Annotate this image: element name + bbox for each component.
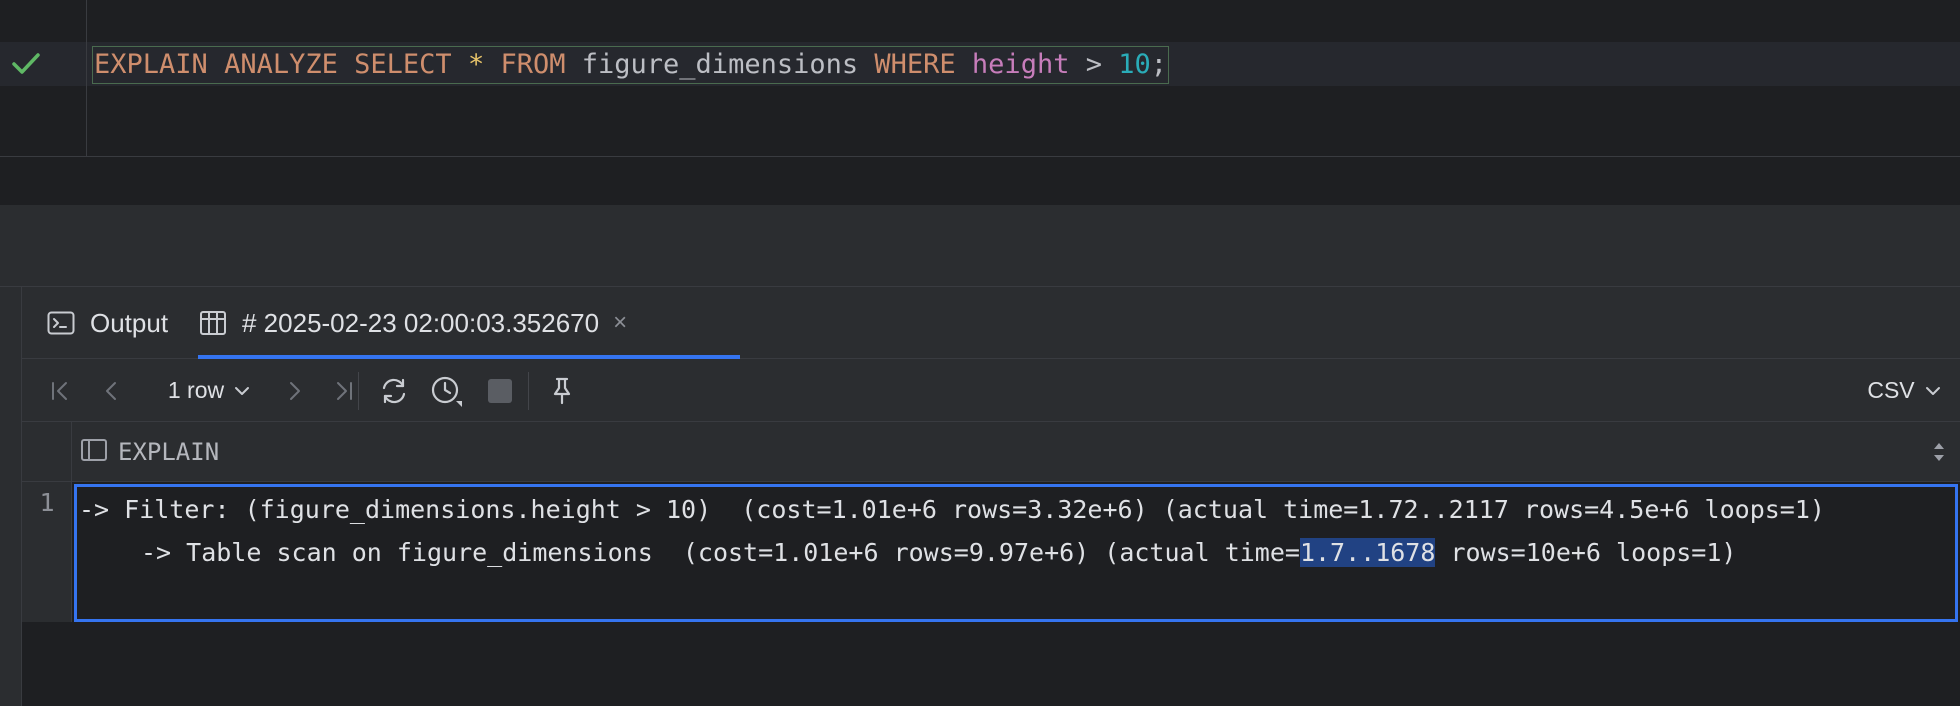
checkmark-icon (10, 50, 42, 78)
editor-empty-area (0, 157, 1960, 205)
table-icon (198, 308, 228, 338)
select-star: * (467, 49, 485, 80)
rows-per-page-dropdown[interactable]: 1 row (148, 359, 270, 422)
toolbar-separator (358, 372, 359, 410)
tab-query-result-label: # 2025-02-23 02:00:03.352670 (242, 307, 600, 338)
reload-icon[interactable] (372, 359, 416, 422)
column-icon (80, 437, 108, 468)
explain-text: -> Table scan on figure_dimensions (cost… (141, 538, 1300, 567)
explain-line-table-scan: -> Table scan on figure_dimensions (cost… (141, 533, 1736, 573)
next-page-icon[interactable] (274, 359, 314, 422)
splitter-area[interactable] (0, 205, 1960, 287)
export-format-dropdown[interactable]: CSV (1862, 359, 1946, 422)
tab-query-result[interactable]: # 2025-02-23 02:00:03.352670 × (198, 287, 740, 359)
stop-icon[interactable] (478, 359, 522, 422)
history-icon[interactable] (422, 359, 472, 422)
selected-text: 1.7..1678 (1299, 538, 1436, 567)
keyword-explain: EXPLAIN (94, 49, 208, 80)
editor-gutter (0, 0, 87, 157)
pin-icon[interactable] (540, 359, 584, 422)
tab-output-label: Output (90, 307, 169, 338)
chevron-down-icon (234, 385, 250, 397)
sql-editor[interactable]: EXPLAIN ANALYZE SELECT * FROM figure_dim… (0, 0, 1960, 157)
explain-text: rows=10e+6 loops=1) (1435, 538, 1737, 567)
export-format-label: CSV (1867, 377, 1915, 403)
statement-terminator: ; (1150, 49, 1168, 80)
keyword-analyze: ANALYZE (224, 49, 338, 80)
row-number[interactable]: 1 (22, 488, 72, 517)
row-number-column: 1 (22, 482, 72, 622)
prev-page-icon[interactable] (92, 359, 132, 422)
table-name: figure_dimensions (581, 49, 859, 80)
operator: > (1085, 49, 1102, 80)
grid-empty-area (22, 622, 1960, 706)
toolbar-separator (528, 372, 529, 410)
table-cell-explain[interactable]: -> Filter: (figure_dimensions.height > 1… (74, 484, 1958, 622)
sort-icon[interactable] (1932, 440, 1946, 469)
services-tree-collapsed (0, 287, 22, 706)
column-header-label: EXPLAIN (118, 438, 220, 466)
column-name: height (971, 49, 1070, 80)
sql-query-line[interactable]: EXPLAIN ANALYZE SELECT * FROM figure_dim… (92, 46, 1170, 84)
chevron-down-icon (1925, 385, 1941, 397)
grid-header: EXPLAIN (22, 422, 1960, 482)
console-icon (46, 308, 76, 338)
column-header-explain[interactable]: EXPLAIN (80, 422, 219, 482)
first-page-icon[interactable] (40, 359, 80, 422)
results-toolbar: 1 row CSV (22, 359, 1960, 422)
rows-count-label: 1 row (167, 377, 225, 403)
explain-line-filter: -> Filter: (figure_dimensions.height > 1… (79, 495, 1825, 524)
close-icon[interactable]: × (613, 309, 627, 337)
row-number-header[interactable] (22, 422, 72, 482)
numeric-literal: 10 (1118, 49, 1151, 80)
keyword-where: WHERE (874, 49, 956, 80)
grid-body: 1 -> Filter: (figure_dimensions.height >… (22, 482, 1960, 622)
keyword-from: FROM (500, 49, 566, 80)
results-tab-bar: Output # 2025-02-23 02:00:03.352670 × (22, 287, 1960, 359)
keyword-select: SELECT (354, 49, 452, 80)
tab-output[interactable]: Output (46, 287, 168, 359)
